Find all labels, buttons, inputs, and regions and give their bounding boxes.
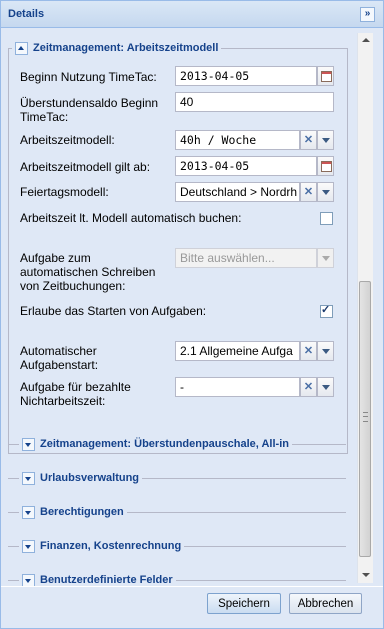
beginn-nutzung-label: Beginn Nutzung TimeTac: — [20, 70, 157, 84]
scrollbar-thumb[interactable] — [359, 281, 371, 557]
expand-down-icon[interactable] — [22, 471, 35, 485]
clear-icon[interactable]: ✕ — [300, 130, 317, 150]
panel-footer: Speichern Abbrechen — [1, 587, 383, 628]
scroll-down-icon[interactable] — [358, 568, 373, 583]
beginn-nutzung-field[interactable]: 2013-04-05 — [175, 66, 317, 86]
double-chevron-right-icon[interactable]: » — [360, 7, 375, 22]
section-arbeitszeitmodell-header[interactable]: Zeitmanagement: Arbeitszeitmodell — [12, 40, 222, 56]
starten-label: Erlaube das Starten von Aufgaben: — [20, 304, 207, 318]
gilt-ab-field[interactable]: 2013-04-05 — [175, 156, 317, 176]
aufgabe-auto-label: Aufgabe zum automatischen Schreiben von … — [20, 251, 156, 293]
ueberstundensaldo-field[interactable]: 40 — [175, 92, 334, 112]
chevron-down-icon[interactable] — [317, 248, 334, 268]
expand-down-icon[interactable] — [22, 573, 35, 586]
auto-aufgabenstart-select[interactable]: 2.1 Allgemeine Aufga — [175, 341, 300, 361]
section-title: Urlaubsverwaltung — [40, 472, 140, 484]
auto-aufgabenstart-label: Automatischer Aufgabenstart: — [20, 344, 99, 372]
expand-down-icon[interactable] — [22, 539, 35, 553]
expand-down-icon[interactable] — [22, 437, 35, 451]
chevron-down-icon[interactable] — [317, 377, 334, 397]
clear-icon[interactable]: ✕ — [300, 377, 317, 397]
details-panel: Details » Zeitmanagement: Arbeitszeitmod… — [0, 0, 384, 629]
section-title: Berechtigungen — [40, 506, 124, 518]
section-urlaubsverwaltung[interactable]: Urlaubsverwaltung — [8, 470, 346, 486]
section-title: Finanzen, Kostenrechnung — [40, 540, 182, 552]
auto-buchen-checkbox[interactable] — [320, 212, 333, 225]
cancel-button[interactable]: Abbrechen — [289, 593, 362, 614]
arbeitszeitmodell-label: Arbeitszeitmodell: — [20, 133, 115, 147]
aufgabe-auto-select[interactable]: Bitte auswählen... — [175, 248, 317, 268]
section-title: Benutzerdefinierte Felder — [40, 574, 173, 586]
panel-header: Details » — [1, 1, 383, 28]
vertical-scrollbar[interactable] — [357, 33, 373, 583]
feiertagsmodell-label: Feiertagsmodell: — [20, 185, 109, 199]
section-finanzen[interactable]: Finanzen, Kostenrechnung — [8, 538, 346, 554]
section-berechtigungen[interactable]: Berechtigungen — [8, 504, 346, 520]
section-header[interactable]: Benutzerdefinierte Felder — [19, 572, 176, 586]
starten-checkbox[interactable] — [320, 303, 333, 318]
collapse-up-icon[interactable] — [15, 41, 28, 55]
calendar-icon[interactable] — [317, 66, 334, 86]
section-title: Zeitmanagement: Arbeitszeitmodell — [33, 42, 219, 54]
nichtarbeitszeit-label: Aufgabe für bezahlte Nichtarbeitszeit: — [20, 380, 131, 408]
calendar-icon[interactable] — [317, 156, 334, 176]
section-header[interactable]: Urlaubsverwaltung — [19, 470, 143, 486]
clear-icon[interactable]: ✕ — [300, 341, 317, 361]
scroll-up-icon[interactable] — [358, 33, 373, 48]
grip-icon — [363, 412, 368, 422]
nichtarbeitszeit-select[interactable]: - — [175, 377, 300, 397]
ueberstundensaldo-label: Überstundensaldo Beginn TimeTac: — [20, 96, 159, 124]
section-header[interactable]: Berechtigungen — [19, 504, 127, 520]
section-header[interactable]: Finanzen, Kostenrechnung — [19, 538, 185, 554]
expand-down-icon[interactable] — [22, 505, 35, 519]
chevron-down-icon[interactable] — [317, 341, 334, 361]
panel-body: Zeitmanagement: Arbeitszeitmodell Beginn… — [1, 28, 383, 586]
feiertagsmodell-select[interactable]: Deutschland > Nordrh — [175, 182, 300, 202]
clear-icon[interactable]: ✕ — [300, 182, 317, 202]
form-scroll-area: Zeitmanagement: Arbeitszeitmodell Beginn… — [1, 28, 356, 586]
section-title: Zeitmanagement: Überstundenpauschale, Al… — [40, 438, 289, 450]
section-ueberstundenpauschale[interactable]: Zeitmanagement: Überstundenpauschale, Al… — [8, 436, 346, 452]
chevron-down-icon[interactable] — [317, 182, 334, 202]
section-header[interactable]: Zeitmanagement: Überstundenpauschale, Al… — [19, 436, 292, 452]
panel-title: Details — [8, 8, 45, 20]
save-button[interactable]: Speichern — [207, 593, 281, 614]
auto-buchen-label: Arbeitszeit lt. Modell automatisch buche… — [20, 211, 242, 225]
section-benutzerdefinierte-felder[interactable]: Benutzerdefinierte Felder — [8, 572, 346, 586]
gilt-ab-label: Arbeitszeitmodell gilt ab: — [20, 160, 151, 174]
chevron-down-icon[interactable] — [317, 130, 334, 150]
arbeitszeitmodell-select[interactable]: 40h / Woche — [175, 130, 300, 150]
